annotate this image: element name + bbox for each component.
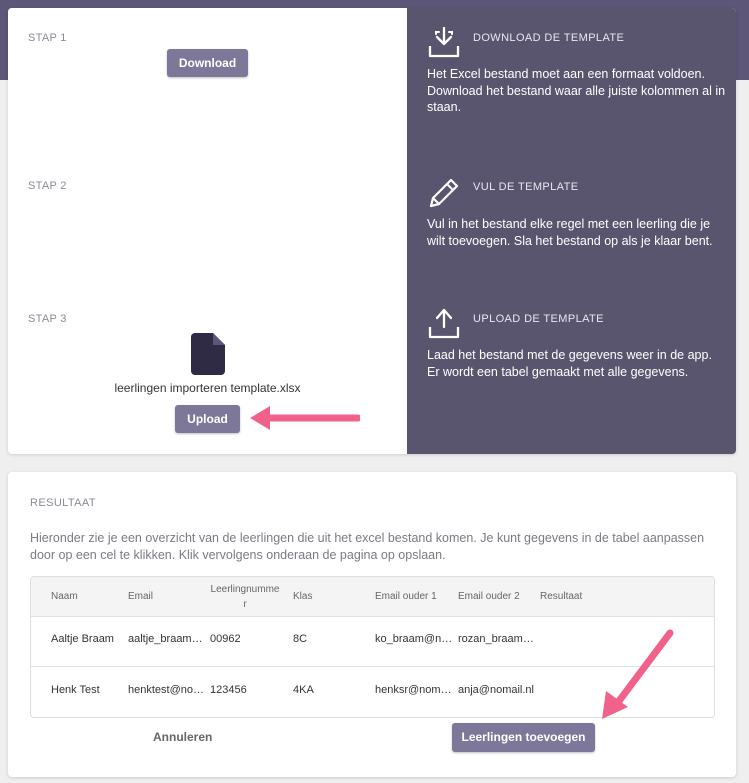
column-header-resultaat[interactable]: Resultaat: [540, 591, 582, 602]
add-students-button[interactable]: Leerlingen toevoegen: [452, 723, 595, 752]
result-description: Hieronder zie je een overzicht van de le…: [30, 531, 705, 562]
pointer-arrow-icon: [602, 629, 674, 719]
cell-email[interactable]: henktest@no…: [128, 684, 206, 696]
cell-leerlingnummer[interactable]: 123456: [210, 684, 280, 696]
column-header-email-ouder-1[interactable]: Email ouder 1: [375, 591, 437, 602]
file-name: leerlingen importeren template.xlsx: [114, 381, 301, 395]
download-template-title: DOWNLOAD DE TEMPLATE: [473, 32, 625, 44]
column-header-email-ouder-2[interactable]: Email ouder 2: [458, 591, 520, 602]
cell-klas[interactable]: 4KA: [293, 684, 363, 696]
table-header: Naam Email Leerlingnummer Klas Email oud…: [31, 577, 714, 617]
column-header-naam[interactable]: Naam: [51, 591, 78, 602]
fill-template-text: Vul in het bestand elke regel met een le…: [427, 217, 713, 248]
cell-email-ouder-2[interactable]: rozan_braam…: [458, 633, 536, 645]
fill-template-title: VUL DE TEMPLATE: [473, 181, 579, 193]
upload-template-text: Laad het bestand met de gegevens weer in…: [427, 348, 712, 379]
cell-email-ouder-1[interactable]: ko_braam@n…: [375, 633, 453, 645]
cell-email-ouder-2[interactable]: anja@nomail.nl: [458, 684, 558, 696]
step-2-label: STAP 2: [28, 180, 67, 192]
column-header-leerlingnummer[interactable]: Leerlingnummer: [210, 582, 280, 612]
download-template-text: Het Excel bestand moet aan een formaat v…: [427, 67, 726, 114]
upload-template-title: UPLOAD DE TEMPLATE: [473, 313, 604, 325]
cell-leerlingnummer[interactable]: 00962: [210, 633, 280, 645]
upload-tray-icon: [428, 308, 460, 339]
step-1-label: STAP 1: [28, 32, 67, 44]
download-button[interactable]: Download: [167, 49, 248, 77]
import-steps-card: STAP 1 Download STAP 2 STAP 3 leerlingen…: [8, 8, 736, 454]
cell-naam[interactable]: Aaltje Braam: [51, 633, 123, 645]
column-header-email[interactable]: Email: [128, 591, 153, 602]
result-card: RESULTAAT Hieronder zie je een overzicht…: [8, 472, 736, 777]
steps-pane: STAP 1 Download STAP 2 STAP 3 leerlingen…: [8, 8, 407, 454]
pencil-icon: [429, 178, 459, 208]
cell-naam[interactable]: Henk Test: [51, 684, 123, 696]
cancel-button[interactable]: Annuleren: [153, 730, 212, 744]
upload-button[interactable]: Upload: [175, 405, 240, 433]
download-tray-icon: [428, 26, 460, 58]
result-title: RESULTAAT: [30, 497, 96, 509]
cell-klas[interactable]: 8C: [293, 633, 363, 645]
pointer-arrow-icon: [250, 406, 360, 430]
file-icon: [191, 333, 225, 375]
step-3-label: STAP 3: [28, 313, 67, 325]
cell-email-ouder-1[interactable]: henksr@nom…: [375, 684, 453, 696]
cell-email[interactable]: aaltje_braam…: [128, 633, 206, 645]
column-header-klas[interactable]: Klas: [293, 591, 312, 602]
